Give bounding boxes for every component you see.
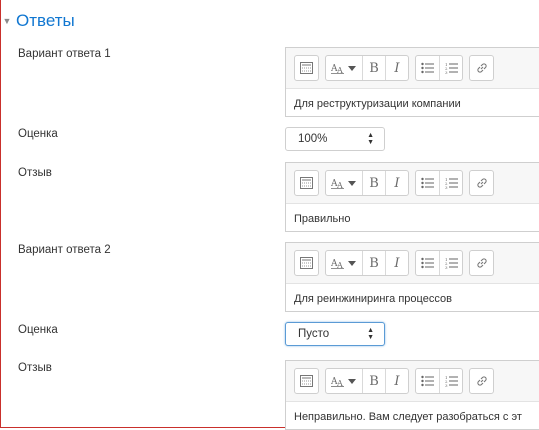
numbered-list-icon[interactable]: 123 bbox=[439, 369, 462, 393]
svg-text:A: A bbox=[336, 379, 343, 387]
grade-2-label: Оценка bbox=[18, 324, 58, 336]
italic-icon[interactable]: I bbox=[385, 56, 408, 80]
grade-1-value: 100% bbox=[298, 133, 328, 145]
numbered-list-icon[interactable]: 123 bbox=[439, 56, 462, 80]
italic-icon[interactable]: I bbox=[385, 369, 408, 393]
feedback-2-editor[interactable]: AA B I 123 Неправильно. Вам следует разо… bbox=[285, 360, 539, 430]
answer-2-text: Для реинжиниринга процессов bbox=[294, 293, 452, 305]
numbered-list-icon[interactable]: 123 bbox=[439, 171, 462, 195]
bullet-list-icon[interactable] bbox=[416, 251, 439, 275]
bold-icon[interactable]: B bbox=[362, 56, 385, 80]
collapse-caret-icon[interactable]: ▼ bbox=[2, 16, 12, 26]
link-icon[interactable] bbox=[470, 56, 493, 80]
feedback-1-text: Правильно bbox=[294, 213, 351, 225]
feedback-2-text: Неправильно. Вам следует разобраться с э… bbox=[294, 411, 522, 423]
bold-icon[interactable]: B bbox=[362, 171, 385, 195]
link-icon[interactable] bbox=[470, 369, 493, 393]
feedback-2-label: Отзыв bbox=[18, 362, 52, 374]
link-icon[interactable] bbox=[470, 251, 493, 275]
svg-text:A: A bbox=[336, 181, 343, 189]
answer-2-label: Вариант ответа 2 bbox=[18, 244, 111, 256]
answer-1-label: Вариант ответа 1 bbox=[18, 48, 111, 60]
feedback-1-label: Отзыв bbox=[18, 167, 52, 179]
toolbar-toggle-icon[interactable] bbox=[295, 56, 318, 80]
svg-text:3: 3 bbox=[445, 185, 448, 189]
toolbar-toggle-icon[interactable] bbox=[295, 251, 318, 275]
bullet-list-icon[interactable] bbox=[416, 369, 439, 393]
font-style-icon[interactable]: AA bbox=[326, 171, 362, 195]
answer-2-editor[interactable]: AA B I 123 Для реинжиниринга процессов bbox=[285, 242, 539, 312]
select-arrows-icon: ▲ ▼ bbox=[367, 327, 374, 341]
answer-1-editor[interactable]: AA B I 123 Для реструктуризации компании bbox=[285, 47, 539, 117]
font-style-icon[interactable]: AA bbox=[326, 369, 362, 393]
svg-text:A: A bbox=[336, 261, 343, 269]
numbered-list-icon[interactable]: 123 bbox=[439, 251, 462, 275]
grade-2-select[interactable]: Пусто ▲ ▼ bbox=[285, 322, 385, 346]
font-style-icon[interactable]: AA bbox=[326, 56, 362, 80]
grade-1-select[interactable]: 100% ▲ ▼ bbox=[285, 127, 385, 151]
grade-2-value: Пусто bbox=[298, 328, 330, 340]
feedback-1-editor[interactable]: AA B I 123 Правильно bbox=[285, 162, 539, 232]
section-header[interactable]: ▼ Ответы bbox=[2, 9, 75, 33]
bullet-list-icon[interactable] bbox=[416, 56, 439, 80]
editor-toolbar: AA B I 123 bbox=[286, 163, 539, 204]
section-title: Ответы bbox=[16, 11, 75, 30]
toolbar-toggle-icon[interactable] bbox=[295, 171, 318, 195]
bold-icon[interactable]: B bbox=[362, 251, 385, 275]
link-icon[interactable] bbox=[470, 171, 493, 195]
svg-text:A: A bbox=[336, 66, 343, 74]
bullet-list-icon[interactable] bbox=[416, 171, 439, 195]
select-arrows-icon: ▲ ▼ bbox=[367, 132, 374, 146]
editor-toolbar: AA B I 123 bbox=[286, 361, 539, 402]
toolbar-toggle-icon[interactable] bbox=[295, 369, 318, 393]
italic-icon[interactable]: I bbox=[385, 251, 408, 275]
grade-1-label: Оценка bbox=[18, 128, 58, 140]
bold-icon[interactable]: B bbox=[362, 369, 385, 393]
font-style-icon[interactable]: AA bbox=[326, 251, 362, 275]
svg-text:3: 3 bbox=[445, 383, 448, 387]
editor-toolbar: AA B I 123 bbox=[286, 243, 539, 284]
editor-toolbar: AA B I 123 bbox=[286, 48, 539, 89]
svg-text:3: 3 bbox=[445, 265, 448, 269]
svg-text:3: 3 bbox=[445, 70, 448, 74]
answer-1-text: Для реструктуризации компании bbox=[294, 98, 461, 110]
italic-icon[interactable]: I bbox=[385, 171, 408, 195]
